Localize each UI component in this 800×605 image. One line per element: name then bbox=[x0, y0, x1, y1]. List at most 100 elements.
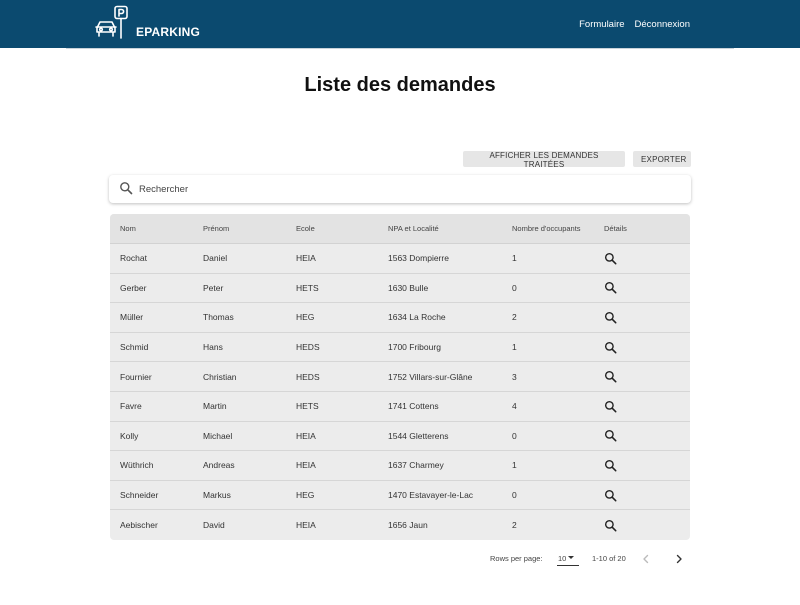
table-row: Fournier Christian HEDS 1752 Villars-sur-Gl… bbox=[110, 362, 690, 392]
cell-nom: Kolly bbox=[120, 430, 139, 441]
caret-down-icon bbox=[568, 556, 574, 559]
table-row: Schneider Markus HEG 1470 Estavayer-le-Lac 0 bbox=[110, 481, 690, 511]
cell-occupants: 2 bbox=[512, 520, 517, 531]
parking-car-logo-icon bbox=[95, 5, 128, 39]
cell-details bbox=[604, 400, 684, 413]
cell-prenom: Michael bbox=[203, 430, 233, 441]
search-icon[interactable] bbox=[604, 519, 617, 532]
cell-occupants: 2 bbox=[512, 312, 517, 323]
cell-ecole: HEIA bbox=[296, 430, 316, 441]
cell-ecole: HETS bbox=[296, 401, 319, 412]
requests-table: Nom Prénom Ecole NPA et Localité Nombre … bbox=[110, 214, 690, 540]
cell-npa-localite: 1470 Estavayer-le-Lac bbox=[388, 490, 474, 501]
cell-prenom: Markus bbox=[203, 490, 231, 501]
cell-prenom: Christian bbox=[203, 371, 237, 382]
rows-per-page-value: 10 bbox=[558, 554, 567, 563]
search-icon[interactable] bbox=[604, 489, 617, 502]
cell-ecole: HETS bbox=[296, 282, 319, 293]
cell-occupants: 4 bbox=[512, 401, 517, 412]
cell-details bbox=[604, 489, 684, 502]
search-icon[interactable] bbox=[604, 400, 617, 413]
table-body: Rochat Daniel HEIA 1563 Dompierre 1 Gerber Pet… bbox=[110, 244, 690, 540]
table-row: Kolly Michael HEIA 1544 Gletterens 0 bbox=[110, 422, 690, 452]
cell-ecole: HEIA bbox=[296, 520, 316, 531]
column-header-ecole[interactable]: Ecole bbox=[296, 224, 388, 233]
cell-occupants: 1 bbox=[512, 342, 517, 353]
cell-details bbox=[604, 341, 684, 354]
pagination-range: 1-10 of 20 bbox=[592, 554, 626, 563]
cell-prenom: Hans bbox=[203, 342, 223, 353]
rows-per-page-select[interactable]: 10 bbox=[557, 553, 579, 566]
nav-link-logout[interactable]: Déconnexion bbox=[635, 19, 690, 30]
cell-occupants: 3 bbox=[512, 371, 517, 382]
pagination: Rows per page: 10 1-10 of 20 bbox=[0, 553, 800, 567]
cell-npa-localite: 1637 Charmey bbox=[388, 460, 444, 471]
cell-npa-localite: 1741 Cottens bbox=[388, 401, 439, 412]
cell-occupants: 1 bbox=[512, 253, 517, 264]
search-icon bbox=[120, 182, 133, 195]
table-row: Rochat Daniel HEIA 1563 Dompierre 1 bbox=[110, 244, 690, 274]
cell-occupants: 0 bbox=[512, 430, 517, 441]
cell-details bbox=[604, 519, 684, 532]
rows-per-page-label: Rows per page: bbox=[490, 554, 543, 563]
cell-prenom: Daniel bbox=[203, 253, 228, 264]
cell-occupants: 0 bbox=[512, 282, 517, 293]
cell-ecole: HEDS bbox=[296, 342, 320, 353]
cell-nom: Favre bbox=[120, 401, 142, 412]
table-row: Wüthrich Andreas HEIA 1637 Charmey 1 bbox=[110, 451, 690, 481]
search-icon[interactable] bbox=[604, 370, 617, 383]
table-row: Müller Thomas HEG 1634 La Roche 2 bbox=[110, 303, 690, 333]
export-button[interactable]: EXPORTER bbox=[633, 151, 691, 167]
cell-occupants: 0 bbox=[512, 490, 517, 501]
cell-details bbox=[604, 252, 684, 265]
cell-details bbox=[604, 370, 684, 383]
cell-npa-localite: 1634 La Roche bbox=[388, 312, 446, 323]
cell-ecole: HEIA bbox=[296, 460, 316, 471]
cell-npa-localite: 1700 Fribourg bbox=[388, 342, 441, 353]
search-icon[interactable] bbox=[604, 252, 617, 265]
search-icon[interactable] bbox=[604, 429, 617, 442]
nav-link-formulaire[interactable]: Formulaire bbox=[579, 19, 624, 30]
cell-nom: Schmid bbox=[120, 342, 149, 353]
cell-prenom: Thomas bbox=[203, 312, 234, 323]
cell-ecole: HEG bbox=[296, 312, 315, 323]
cell-npa-localite: 1630 Bulle bbox=[388, 282, 429, 293]
column-header-occupants[interactable]: Nombre d'occupants bbox=[512, 224, 604, 233]
cell-details bbox=[604, 311, 684, 324]
cell-nom: Rochat bbox=[120, 253, 147, 264]
top-nav: Formulaire Déconnexion bbox=[579, 19, 690, 30]
search-icon[interactable] bbox=[604, 281, 617, 294]
show-processed-button[interactable]: AFFICHER LES DEMANDES TRAITÉES bbox=[463, 151, 625, 169]
search-icon[interactable] bbox=[604, 341, 617, 354]
search-bar bbox=[109, 175, 691, 203]
top-app-bar: EPARKING Formulaire Déconnexion bbox=[0, 0, 800, 48]
search-icon[interactable] bbox=[604, 311, 617, 324]
cell-nom: Gerber bbox=[120, 282, 147, 293]
table-row: Gerber Peter HETS 1630 Bulle 0 bbox=[110, 274, 690, 304]
column-header-details: Détails bbox=[604, 224, 627, 233]
column-header-nom[interactable]: Nom bbox=[110, 224, 203, 233]
cell-details bbox=[604, 459, 684, 472]
cell-prenom: Peter bbox=[203, 282, 224, 293]
cell-nom: Wüthrich bbox=[120, 460, 154, 471]
cell-npa-localite: 1544 Gletterens bbox=[388, 430, 449, 441]
cell-ecole: HEDS bbox=[296, 371, 320, 382]
cell-prenom: Martin bbox=[203, 401, 227, 412]
search-icon[interactable] bbox=[604, 459, 617, 472]
cell-details bbox=[604, 429, 684, 442]
cell-prenom: David bbox=[203, 520, 225, 531]
cell-ecole: HEIA bbox=[296, 253, 316, 264]
chevron-left-icon[interactable] bbox=[640, 553, 652, 565]
cell-npa-localite: 1656 Jaun bbox=[388, 520, 428, 531]
cell-prenom: Andreas bbox=[203, 460, 235, 471]
brand-name: EPARKING bbox=[136, 25, 201, 39]
cell-occupants: 1 bbox=[512, 460, 517, 471]
column-header-prenom[interactable]: Prénom bbox=[203, 224, 296, 233]
table-row: Schmid Hans HEDS 1700 Fribourg 1 bbox=[110, 333, 690, 363]
column-header-npa-localite[interactable]: NPA et Localité bbox=[388, 224, 512, 233]
chevron-right-icon[interactable] bbox=[673, 553, 685, 565]
page-title: Liste des demandes bbox=[304, 74, 496, 96]
cell-npa-localite: 1752 Villars-sur-Glâne bbox=[388, 371, 473, 382]
cell-nom: Fournier bbox=[120, 371, 152, 382]
search-input[interactable] bbox=[139, 181, 659, 197]
